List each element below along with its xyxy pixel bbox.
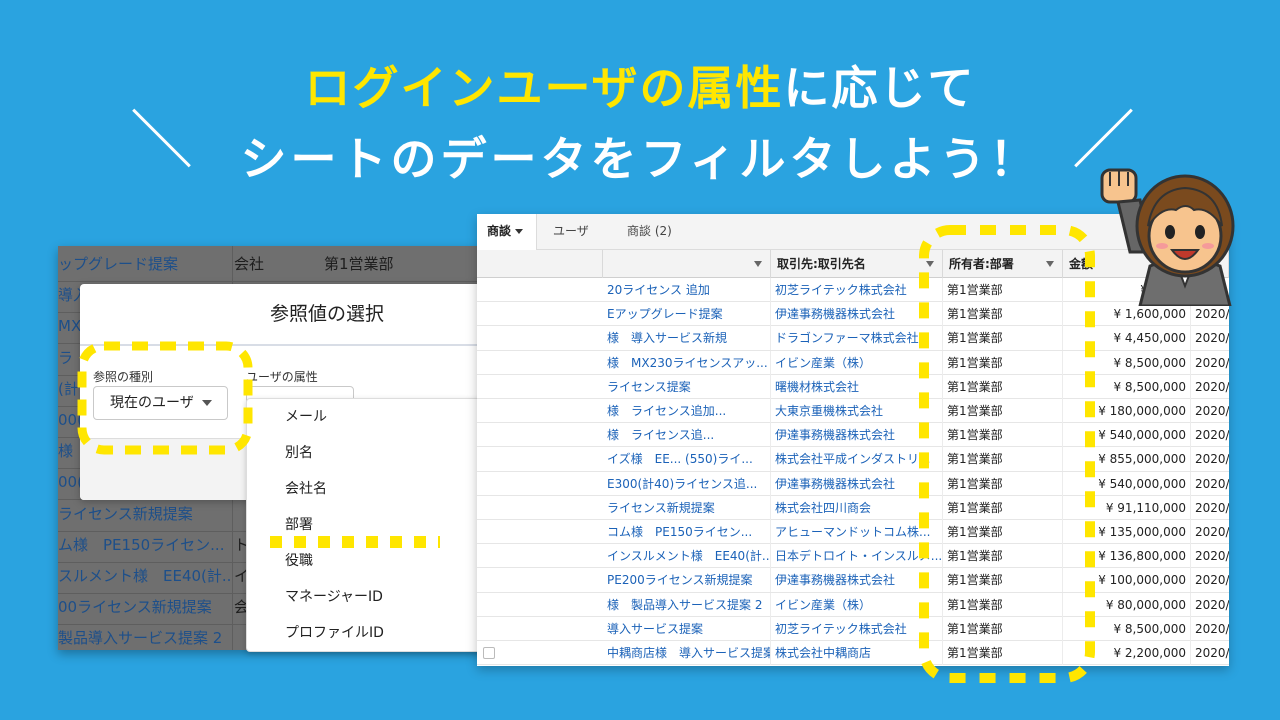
headline: ログインユーザの属性に応じて シートのデータをフィルタしよう！ <box>0 58 1280 190</box>
user-attr-dropdown: メール別名会社名部署役職マネージャーID プロファイルID <box>246 398 499 652</box>
user-attr-label: ユーザの属性 <box>246 370 318 384</box>
table-row: 様 MX230ライセンスアッ... イビン産業（株） 第1営業部 ¥ 8,500,00… <box>477 350 1229 375</box>
cell-opportunity-name[interactable]: Eアップグレード提案 <box>603 302 771 327</box>
cell-date: 2020/ <box>1191 544 1229 568</box>
tab-user[interactable]: ユーザ <box>553 214 589 250</box>
tab-opportunity-2[interactable]: 商談 (2) <box>627 214 672 250</box>
table-row: ライセンス提案 曙機材株式会社 第1営業部 ¥ 8,500,000 2020/ <box>477 374 1229 399</box>
row-checkbox[interactable] <box>483 647 495 659</box>
headline-line1: ログインユーザの属性に応じて <box>0 58 1280 118</box>
header-account-label: 取引先:取引先名 <box>777 257 866 271</box>
dropdown-option[interactable]: マネージャーID <box>285 587 383 607</box>
tab-label: 商談 <box>487 224 512 238</box>
table-row: コム様 PE150ライセン... アヒューマンドットコム株... 第1営業部 ¥ 13… <box>477 520 1229 545</box>
cell-opportunity-name[interactable]: 導入サービス提案 <box>603 616 771 641</box>
headline-line2: シートのデータをフィルタしよう！ <box>240 132 1040 186</box>
cell-opportunity-name[interactable]: 様 ライセンス追... <box>603 423 771 448</box>
cell-opportunity-name[interactable]: ライセンス提案 <box>603 374 771 399</box>
cell-date: 2020/ <box>1191 399 1229 423</box>
table-row: E300(計40)ライセンス追... 伊達事務機器株式会社 第1営業部 ¥ 540,0… <box>477 471 1229 496</box>
cell-opportunity-name[interactable]: インスルメント様 EE40(計... <box>603 544 771 569</box>
header-name[interactable] <box>603 250 771 278</box>
dropdown-option[interactable]: プロファイルID <box>285 623 384 643</box>
table-row: 中耦商店様 導入サービス提案 株式会社中耦商店 第1営業部 ¥ 2,200,000 20… <box>477 641 1229 666</box>
cell-opportunity-name[interactable]: E300(計40)ライセンス追... <box>603 471 771 496</box>
list-item-name[interactable]: 製品導入サービス提案 2 <box>58 620 230 650</box>
cell-opportunity-name[interactable]: 20ライセンス 追加 <box>603 278 771 302</box>
cell-date: 2020/ <box>1191 375 1229 399</box>
dropdown-option[interactable]: 会社名 <box>285 479 327 499</box>
cell-date: 2020/ <box>1191 447 1229 471</box>
cell-opportunity-name[interactable]: ライセンス新規提案 <box>603 495 771 520</box>
cell-date: 2020/ <box>1191 326 1229 350</box>
table-row: インスルメント様 EE40(計... 日本デトロイト・インスルメ... 第1営業部 ¥… <box>477 544 1229 569</box>
table-row: 様 製品導入サービス提案 2 イビン産業（株） 第1営業部 ¥ 80,000,000 2… <box>477 592 1229 617</box>
cell-date: 2020/ <box>1191 423 1229 447</box>
dropdown-option[interactable]: 別名 <box>285 443 313 463</box>
table-row: 様 ライセンス追... 伊達事務機器株式会社 第1営業部 ¥ 540,000,000 2… <box>477 423 1229 448</box>
cell-opportunity-name[interactable]: 様 製品導入サービス提案 2 <box>603 592 771 617</box>
cell-opportunity-name[interactable]: 様 ライセンス追加... <box>603 399 771 423</box>
table-row: イズ様 EE... (550)ライ... 株式会社平成インダストリ... 第1営業部… <box>477 447 1229 472</box>
highlight-line-department <box>270 536 440 548</box>
cheering-girl-illustration <box>1100 168 1235 306</box>
headline-highlight: ログインユーザの属性 <box>304 61 784 115</box>
cell-date: 2020/ <box>1191 472 1229 496</box>
cell-date: 2020/ <box>1191 351 1229 375</box>
chevron-down-icon <box>515 229 524 234</box>
cell-date: 2020/ <box>1191 568 1229 592</box>
highlight-box-ref-type <box>77 341 253 455</box>
dropdown-option[interactable]: 部署 <box>285 515 313 535</box>
cell-date: 2020/ <box>1191 641 1229 665</box>
table-row: PE200ライセンス新規提案 伊達事務機器株式会社 第1営業部 ¥ 100,000,0… <box>477 568 1229 593</box>
cell-opportunity-name[interactable]: コム様 PE150ライセン... <box>603 520 771 544</box>
cell-opportunity-name[interactable]: イズ様 EE... (550)ライ... <box>603 447 771 472</box>
cell-opportunity-name[interactable]: 様 導入サービス新規 <box>603 326 771 351</box>
cell-date: 2020/ <box>1191 617 1229 641</box>
highlight-box-owner-dept <box>919 225 1095 683</box>
header-blank <box>477 250 603 278</box>
headline-line1-rest: に応じて <box>783 61 976 115</box>
table-row: ライセンス新規提案 株式会社四川商会 第1営業部 ¥ 91,110,000 2020/ <box>477 495 1229 520</box>
cell-date: 2020/ <box>1191 496 1229 520</box>
table-row: 様 導入サービス新規 ドラゴンファーマ株式会社 第1営業部 ¥ 4,450,000 20… <box>477 326 1229 351</box>
cell-opportunity-name[interactable]: 様 MX230ライセンスアッ... <box>603 350 771 375</box>
table-row: 様 ライセンス追加... 大東京重機株式会社 第1営業部 ¥ 180,000,000 2… <box>477 399 1229 424</box>
cell-date: 2020/ <box>1191 593 1229 617</box>
cell-date: 2020/ <box>1191 520 1229 544</box>
cell-opportunity-name[interactable]: 中耦商店様 導入サービス提案 <box>603 641 771 665</box>
table-row: 導入サービス提案 初芝ライテック株式会社 第1営業部 ¥ 8,500,000 2020/ <box>477 616 1229 641</box>
cell-opportunity-name[interactable]: PE200ライセンス新規提案 <box>603 568 771 593</box>
chevron-down-icon <box>754 261 762 267</box>
dropdown-option[interactable]: メール <box>285 407 327 427</box>
tab-opportunity[interactable]: 商談 <box>477 214 537 250</box>
dropdown-option[interactable]: 役職 <box>285 551 313 571</box>
